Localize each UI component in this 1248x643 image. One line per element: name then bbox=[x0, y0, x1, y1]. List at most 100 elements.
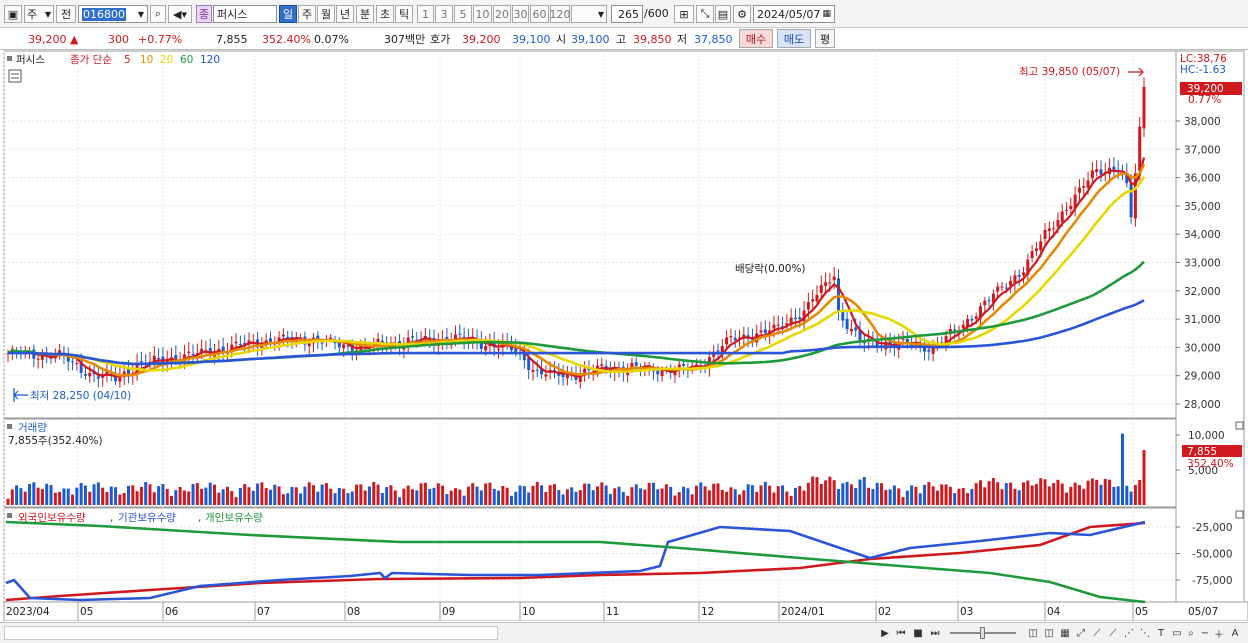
volume-bar bbox=[1095, 479, 1099, 505]
volume-bar bbox=[970, 488, 974, 505]
candle-body bbox=[953, 329, 957, 331]
volume-bar bbox=[574, 491, 578, 505]
scroll-end-icon[interactable]: ⏭ bbox=[927, 626, 943, 640]
candle-body bbox=[660, 370, 664, 377]
x-tick-label: 2024/01 bbox=[781, 606, 825, 618]
channel-icon[interactable]: ⋰ bbox=[1122, 626, 1136, 640]
text-tool-icon[interactable]: T bbox=[1154, 626, 1168, 640]
indicator-icon[interactable]: ⊞ bbox=[674, 5, 694, 23]
count-input[interactable]: 265 bbox=[611, 5, 643, 23]
volume-bar bbox=[953, 493, 957, 505]
volume-bar bbox=[845, 481, 849, 505]
candle-body bbox=[630, 362, 634, 368]
eval-button[interactable]: 평 bbox=[815, 29, 835, 48]
period-tab-0[interactable]: 일 bbox=[279, 5, 297, 23]
candle-body bbox=[410, 336, 414, 338]
horizontal-scrollbar[interactable] bbox=[4, 626, 498, 640]
volume-bar bbox=[19, 488, 23, 505]
holding-tick-label: -50,000 bbox=[1192, 549, 1233, 561]
gear-icon[interactable]: ⚙ bbox=[733, 5, 751, 23]
x-tick-label: 06 bbox=[165, 606, 179, 618]
ray-icon[interactable]: ⟋ bbox=[1106, 626, 1120, 640]
volume-bar bbox=[268, 489, 272, 505]
minute-tab-5[interactable]: 30 bbox=[512, 5, 529, 23]
minute-tab-6[interactable]: 60 bbox=[530, 5, 549, 23]
stop-icon[interactable]: ■ bbox=[911, 626, 925, 640]
volume-bar bbox=[126, 485, 130, 505]
volume-bar bbox=[79, 483, 83, 505]
trend-line-icon[interactable]: ⟋ bbox=[1090, 626, 1104, 640]
price-tick-label: 32,000 bbox=[1184, 286, 1221, 298]
calendar-icon[interactable]: ▦ bbox=[822, 9, 831, 19]
custom-interval-select[interactable]: ▼ bbox=[571, 5, 607, 23]
minute-tab-1[interactable]: 3 bbox=[435, 5, 453, 23]
volume-bar bbox=[819, 483, 823, 505]
scroll-start-icon[interactable]: ⏮ bbox=[893, 626, 909, 640]
period-tab-4[interactable]: 분 bbox=[356, 5, 374, 23]
grid-icon[interactable]: ▦ bbox=[1058, 626, 1072, 640]
market-select[interactable]: 주 ▼ bbox=[24, 5, 54, 23]
volume-value: 7,855 bbox=[216, 32, 248, 46]
print-icon[interactable]: ▭ bbox=[1170, 626, 1184, 640]
volume-bar bbox=[935, 490, 939, 505]
minute-tab-2[interactable]: 5 bbox=[454, 5, 472, 23]
period-tab-3[interactable]: 년 bbox=[336, 5, 354, 23]
candle-body bbox=[974, 316, 978, 319]
panel-bullet-icon bbox=[7, 513, 12, 518]
volume-bar bbox=[849, 484, 853, 505]
volume-bar bbox=[501, 485, 505, 505]
draw-tool-icon[interactable]: ⤡ bbox=[696, 5, 714, 23]
mode-toggle[interactable]: 전 bbox=[56, 5, 76, 23]
candle-body bbox=[828, 282, 832, 284]
minute-tab-3[interactable]: 10 bbox=[473, 5, 492, 23]
layout-icon[interactable]: ◫ bbox=[1042, 626, 1056, 640]
volume-bar bbox=[28, 483, 32, 505]
search-icon[interactable]: ⌕ bbox=[150, 5, 166, 23]
zoom-in-icon[interactable]: ＋ bbox=[1212, 626, 1226, 641]
volume-bar bbox=[256, 483, 260, 505]
volume-bar bbox=[712, 483, 716, 505]
volume-bar bbox=[393, 490, 397, 505]
volume-bar bbox=[1099, 484, 1103, 505]
volume-bar bbox=[329, 488, 333, 505]
volume-bar bbox=[948, 486, 952, 505]
compare-icon[interactable]: ⤢ bbox=[1074, 626, 1088, 640]
volume-bar bbox=[419, 483, 423, 505]
scroll-right-icon[interactable]: ▶ bbox=[878, 626, 892, 640]
volume-bar bbox=[372, 482, 376, 505]
volume-bar bbox=[204, 487, 208, 505]
volume-bar bbox=[316, 491, 320, 505]
volume-bar bbox=[213, 484, 217, 505]
volume-bar bbox=[811, 476, 815, 505]
magnifier-icon[interactable]: ⌕ bbox=[1184, 626, 1198, 640]
period-tab-6[interactable]: 틱 bbox=[395, 5, 413, 23]
x-tick-label: 10 bbox=[522, 606, 535, 618]
window-menu-icon[interactable]: ▣ bbox=[4, 5, 22, 23]
font-size-icon[interactable]: A bbox=[1228, 626, 1242, 640]
save-icon[interactable]: ▤ bbox=[715, 5, 731, 23]
zoom-out-icon[interactable]: − bbox=[1198, 626, 1212, 640]
speaker-icon[interactable]: ◀▾ bbox=[168, 5, 192, 23]
period-tab-1[interactable]: 주 bbox=[298, 5, 316, 23]
stock-name-field[interactable]: 퍼시스 bbox=[213, 5, 277, 23]
stock-chart[interactable]: 38,000 37,000 36,000 35,000 34,000 33,000 32,0… bbox=[0, 50, 1248, 621]
period-tab-5[interactable]: 초 bbox=[376, 5, 394, 23]
zoom-slider-handle[interactable] bbox=[980, 627, 985, 639]
stock-code-input[interactable]: 016800 ▼ bbox=[78, 5, 148, 23]
minute-tab-7[interactable]: 120 bbox=[550, 5, 571, 23]
volume-bar bbox=[415, 490, 419, 505]
chart-type-icon[interactable]: ◫ bbox=[1026, 626, 1040, 640]
volume-bar bbox=[565, 489, 569, 505]
date-input[interactable]: 2024/05/07 ▦ bbox=[753, 5, 835, 23]
fibo-icon[interactable]: ⋱ bbox=[1138, 626, 1152, 640]
volume-bar bbox=[410, 489, 414, 505]
period-tab-2[interactable]: 월 bbox=[317, 5, 335, 23]
sell-button[interactable]: 매도 bbox=[777, 29, 811, 48]
volume-bar bbox=[1043, 479, 1047, 505]
buy-button[interactable]: 매수 bbox=[739, 29, 773, 48]
minute-tab-4[interactable]: 20 bbox=[493, 5, 511, 23]
minute-tab-0[interactable]: 1 bbox=[417, 5, 434, 23]
volume-bar bbox=[686, 488, 690, 505]
candle-body bbox=[527, 357, 531, 371]
candle-body bbox=[987, 300, 991, 302]
